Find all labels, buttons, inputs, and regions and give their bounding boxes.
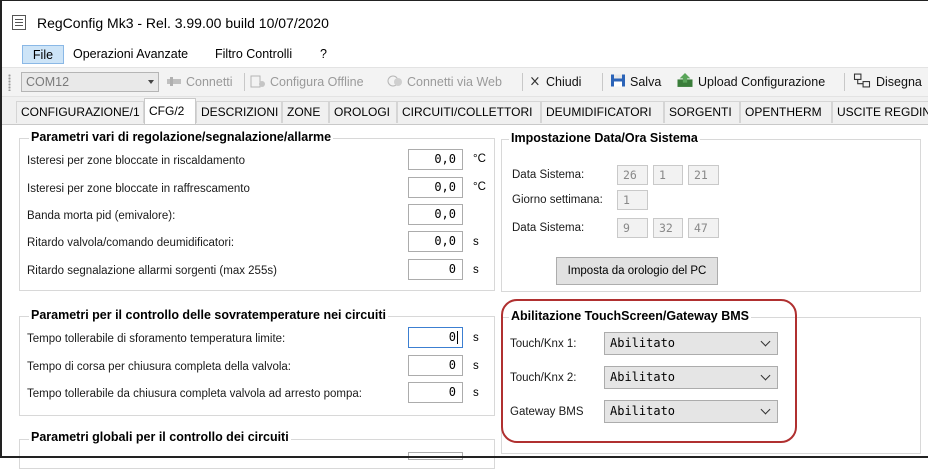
datetime-hour-value: 9: [617, 218, 648, 238]
toolbar-separator: [602, 73, 603, 91]
text-caret: [457, 331, 458, 344]
param-input-valve-delay[interactable]: 0,0: [408, 231, 463, 252]
overtemp-unit-exceed-time: s: [473, 332, 479, 344]
overtemp-input-pump-stop[interactable]: 0: [408, 382, 463, 403]
floppy-disk-icon: [611, 74, 625, 87]
param-label-valve-delay: Ritardo valvola/comando deumidificatori:: [27, 237, 235, 249]
save-button[interactable]: Salva: [610, 73, 661, 91]
toolbar-separator: [844, 73, 845, 91]
menu-file[interactable]: File: [22, 45, 64, 64]
toolbar-separator: [244, 73, 245, 91]
param-input-alarm-delay[interactable]: 0: [408, 259, 463, 280]
connect-web-label: Connetti via Web: [407, 75, 502, 89]
datetime-day-value: 26: [617, 165, 648, 185]
param-label-alarm-delay: Ritardo segnalazione allarmi sorgenti (m…: [27, 265, 277, 277]
param-label-pid-deadband: Banda morta pid (emivalore):: [27, 210, 176, 222]
tab-circuiti-collettori[interactable]: CIRCUITI/COLLETTORI: [397, 101, 541, 123]
tab-sorgenti[interactable]: SORGENTI: [664, 101, 740, 123]
datetime-weekday-label: Giorno settimana:: [512, 194, 603, 206]
draw-label: Disegna: [876, 75, 922, 89]
datetime-date-label: Data Sistema:: [512, 169, 585, 181]
menu-filtro-controlli[interactable]: Filtro Controlli: [209, 45, 298, 64]
connect-button[interactable]: Connetti: [166, 73, 233, 91]
upload-label: Upload Configurazione: [698, 75, 826, 89]
settings-icon: [250, 75, 265, 88]
param-input-pid-deadband[interactable]: 0,0: [408, 204, 463, 225]
overtemp-label-valve-stroke: Tempo di corsa per chiusura completa del…: [27, 361, 291, 373]
toolbar-grip[interactable]: [8, 74, 11, 91]
connect-label: Connetti: [186, 75, 233, 89]
configure-offline-button[interactable]: Configura Offline: [250, 73, 364, 91]
param-label-hysteresis-heating: Isteresi per zone bloccate in riscaldame…: [27, 155, 245, 167]
highlight-annotation: [501, 299, 797, 443]
datetime-second-value: 47: [688, 218, 719, 238]
tab-zone[interactable]: ZONE: [282, 101, 329, 123]
overtemp-input-exceed-time[interactable]: 0: [408, 327, 463, 348]
datetime-minute-value: 32: [653, 218, 683, 238]
group-title-overtemp: Parametri per il controllo delle sovrate…: [29, 308, 388, 322]
overtemp-input-valve-stroke[interactable]: 0: [408, 355, 463, 376]
web-icon: [387, 75, 402, 87]
group-title-global-params: Parametri globali per il controllo dei c…: [29, 430, 291, 444]
tab-cfg-2[interactable]: CFG/2: [144, 98, 196, 124]
draw-button[interactable]: Disegna: [852, 73, 922, 91]
param-unit-alarm-delay: s: [473, 264, 479, 276]
port-select[interactable]: COM12: [21, 72, 159, 92]
tab-strip: CONFIGURAZIONE/1 CFG/2 DESCRIZIONI ZONE …: [2, 97, 928, 125]
close-button[interactable]: Chiudi: [530, 73, 581, 91]
menu-operazioni-avanzate[interactable]: Operazioni Avanzate: [67, 45, 194, 64]
param-input-hysteresis-heating[interactable]: 0,0: [408, 149, 463, 170]
overtemp-label-exceed-time: Tempo tollerabile di sforamento temperat…: [27, 333, 286, 345]
tab-opentherm[interactable]: OPENTHERM: [740, 101, 832, 123]
overtemp-unit-pump-stop: s: [473, 387, 479, 399]
upload-configuration-button[interactable]: Upload Configurazione: [676, 73, 825, 91]
close-icon: [531, 76, 539, 86]
datetime-weekday-value: 1: [617, 190, 648, 210]
tab-deumidificatori[interactable]: DEUMIDIFICATORI: [541, 101, 664, 123]
param-label-hysteresis-cooling: Isteresi per zone bloccate in raffrescam…: [27, 183, 250, 195]
overtemp-input-exceed-time-value: 0: [448, 330, 456, 344]
save-label: Salva: [630, 75, 662, 89]
overtemp-label-pump-stop: Tempo tollerabile da chiusura completa v…: [27, 388, 362, 400]
set-from-pc-clock-button[interactable]: Imposta da orologio del PC: [556, 257, 718, 285]
port-select-value: COM12: [26, 75, 70, 89]
diagram-icon: [853, 73, 871, 88]
group-title-datetime: Impostazione Data/Ora Sistema: [509, 131, 700, 145]
overtemp-unit-valve-stroke: s: [473, 360, 479, 372]
close-label: Chiudi: [546, 75, 582, 89]
tab-orologi[interactable]: OROLOGI: [329, 101, 397, 123]
group-title-regulation-params: Parametri vari di regolazione/segnalazio…: [29, 130, 334, 144]
param-unit-hysteresis-cooling: °C: [473, 181, 486, 193]
configure-offline-label: Configura Offline: [270, 75, 364, 89]
connect-web-button[interactable]: Connetti via Web: [387, 73, 502, 91]
param-unit-hysteresis-heating: °C: [473, 153, 486, 165]
datetime-month-value: 1: [653, 165, 683, 185]
window-title: RegConfig Mk3 - Rel. 3.99.00 build 10/07…: [37, 15, 329, 31]
toolbar-separator: [522, 73, 523, 91]
tab-uscite-regdin[interactable]: USCITE REGDIN: [832, 101, 928, 123]
app-icon: [12, 15, 26, 30]
tab-configurazione-1[interactable]: CONFIGURAZIONE/1: [16, 101, 144, 123]
plug-icon: [167, 77, 181, 86]
datetime-time-label: Data Sistema:: [512, 222, 585, 234]
param-input-hysteresis-cooling[interactable]: 0,0: [408, 177, 463, 198]
menu-help[interactable]: ?: [314, 45, 333, 64]
dropdown-arrow-icon: [148, 80, 154, 84]
upload-icon: [677, 73, 693, 87]
param-unit-valve-delay: s: [473, 236, 479, 248]
tab-descrizioni[interactable]: DESCRIZIONI: [196, 101, 282, 123]
menu-bar: File Operazioni Avanzate Filtro Controll…: [2, 41, 928, 67]
datetime-year-value: 21: [688, 165, 719, 185]
